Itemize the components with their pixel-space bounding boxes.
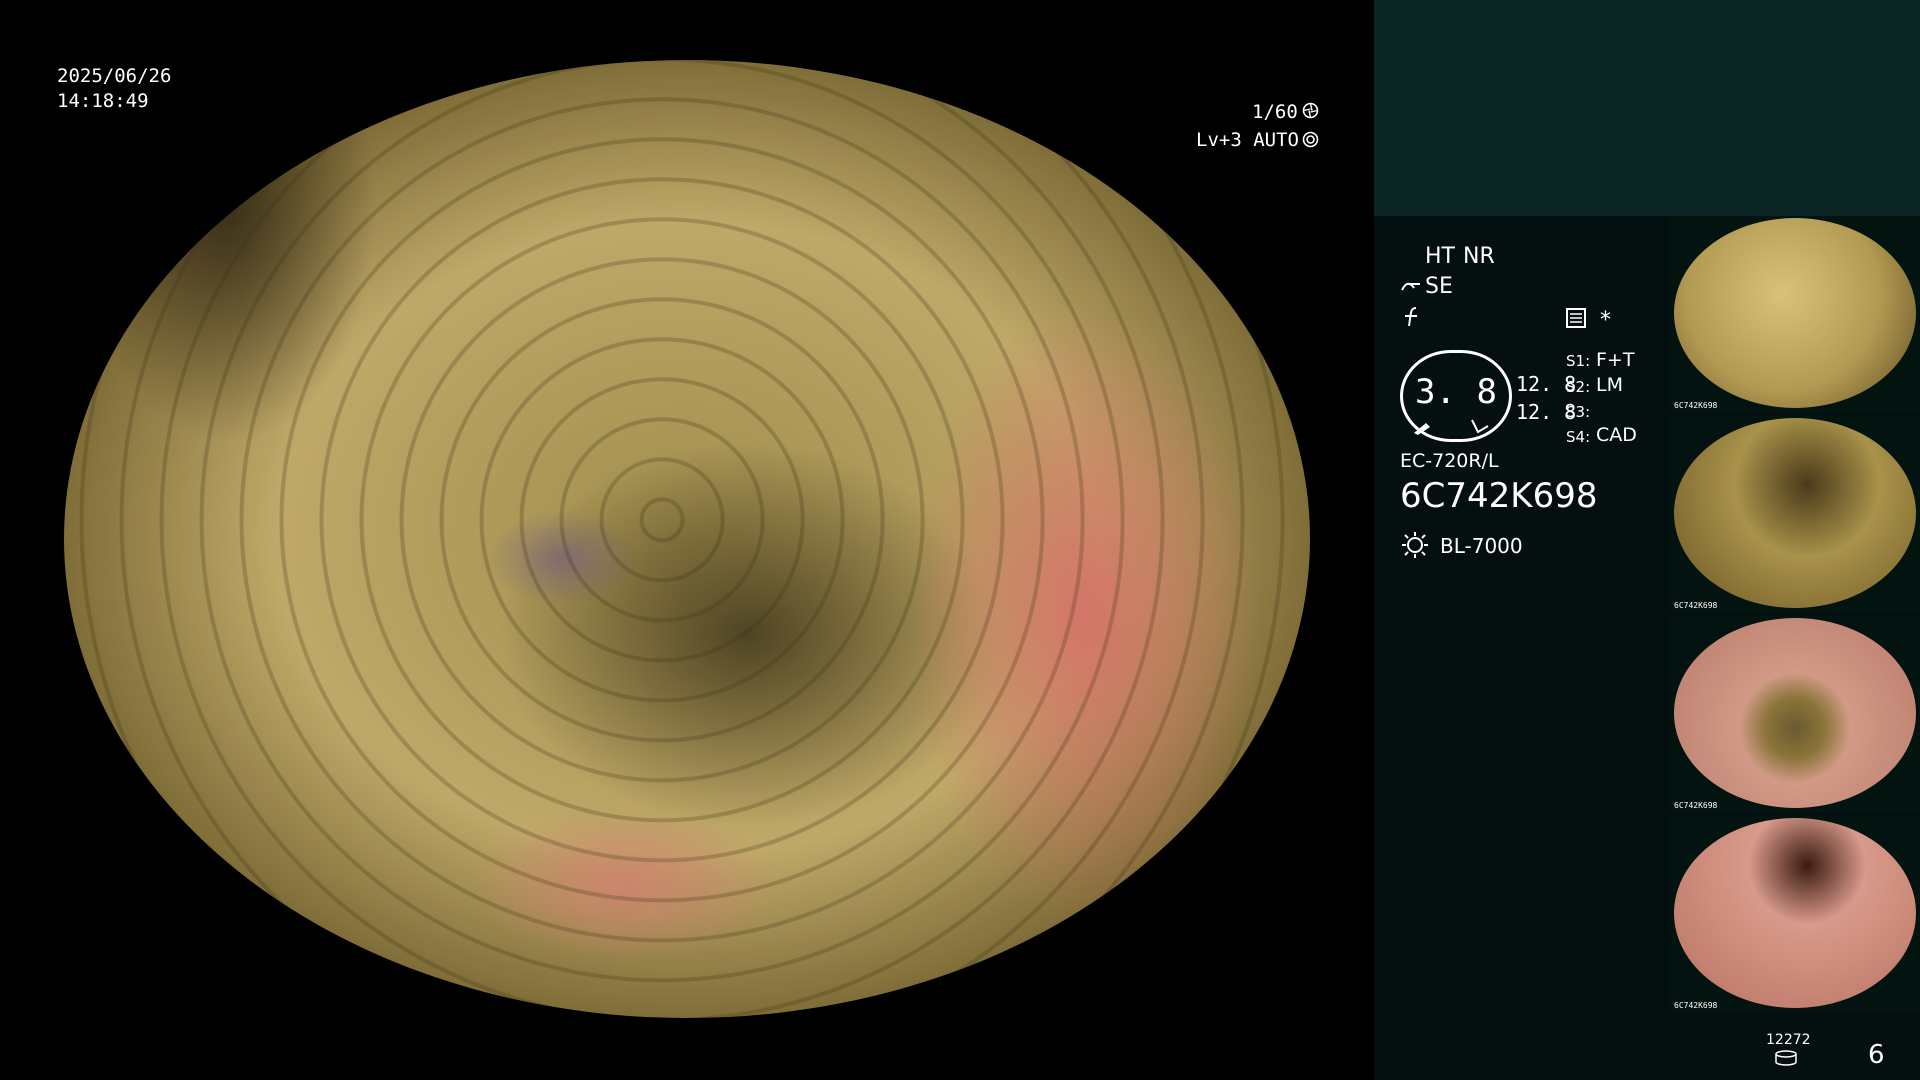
endoscope-image <box>64 60 1310 1018</box>
exposure-level: Lv+3 AUTO <box>1196 129 1299 151</box>
info-panel-header <box>1374 0 1920 216</box>
scope-serial: 6C742K698 <box>1400 476 1598 516</box>
light-source-icon <box>1400 530 1430 560</box>
light-source-model: BL-7000 <box>1440 534 1523 558</box>
s3-key: S3: <box>1566 403 1591 421</box>
thumbnail-image <box>1674 818 1916 1008</box>
s2-value: LM <box>1596 374 1623 396</box>
thumbnail[interactable]: 6C742K698 <box>1670 416 1920 612</box>
structure-enhance-icon <box>1400 276 1424 298</box>
s1-key: S1: <box>1566 352 1591 370</box>
thumbnail-image <box>1674 218 1916 408</box>
s4-key: S4: <box>1566 428 1591 446</box>
gauge-marker-left <box>1412 420 1432 435</box>
filter-icon <box>1402 306 1422 328</box>
s1-value: F+T <box>1596 349 1635 371</box>
video-mask-bottom <box>0 1018 1374 1080</box>
s2-key: S2: <box>1566 378 1591 396</box>
thumbnail-label: 6C742K698 <box>1674 1001 1718 1010</box>
thumbnail-label: 6C742K698 <box>1674 601 1718 610</box>
video-mask-top <box>0 0 1374 60</box>
shutter-speed: 1/60 <box>1252 101 1298 123</box>
s4-value: CAD <box>1596 424 1637 446</box>
gauge-value: 3. 8 <box>1415 372 1497 412</box>
date-label: 2025/06/26 <box>57 65 172 87</box>
iris-icon <box>1302 131 1319 148</box>
thumbnail-image <box>1674 418 1916 608</box>
thumbnail-label: 6C742K698 <box>1674 401 1718 410</box>
thumbnail-image <box>1674 618 1916 808</box>
se-indicator: SE <box>1425 274 1453 299</box>
storage-counter: 12272 <box>1766 1032 1811 1048</box>
memory-icon <box>1566 308 1586 328</box>
thumbnail[interactable]: 6C742K698 <box>1670 816 1920 1012</box>
thumbnail[interactable]: 6C742K698 <box>1670 616 1920 812</box>
scope-model: EC-720R/L <box>1400 450 1499 472</box>
storage-icon <box>1774 1050 1798 1066</box>
capture-count: 6 <box>1868 1040 1885 1070</box>
gauge-marker-right <box>1470 418 1490 434</box>
time-label: 14:18:49 <box>57 90 149 112</box>
star-marker: * <box>1600 308 1611 333</box>
thumbnail-label: 6C742K698 <box>1674 801 1718 810</box>
shutter-icon <box>1302 102 1319 119</box>
ht-indicator: HT <box>1425 244 1455 269</box>
nr-indicator: NR <box>1463 244 1495 269</box>
thumbnail[interactable]: 6C742K698 <box>1670 216 1920 412</box>
